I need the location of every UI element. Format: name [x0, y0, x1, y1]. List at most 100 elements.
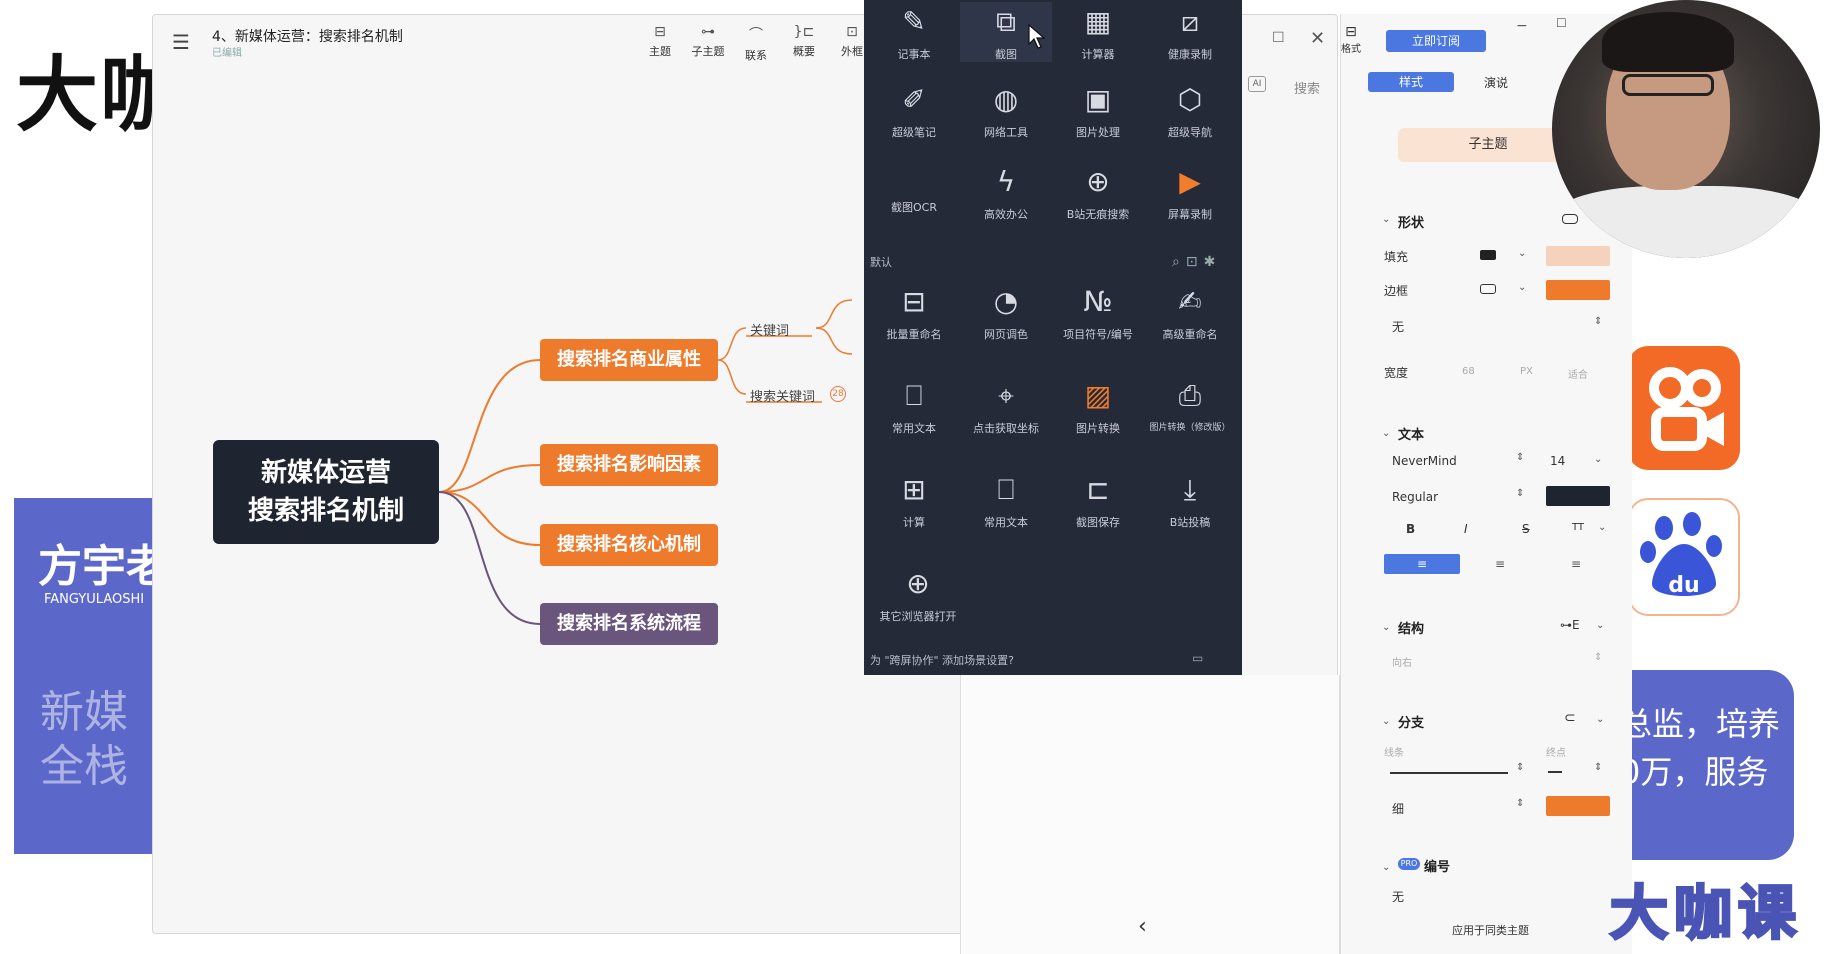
chevron-down-icon[interactable]: ⌄ [1594, 454, 1602, 465]
launcher-item[interactable]: ⧄ 健康录制 [1144, 2, 1236, 62]
close-icon[interactable]: ✕ [1310, 28, 1325, 49]
branch-topic[interactable]: 搜索排名商业属性 [540, 339, 718, 381]
tab-presentation[interactable]: 演说 [1484, 74, 1508, 91]
numbering-section-header[interactable]: 编号 [1424, 856, 1450, 875]
fill-style-icon[interactable] [1480, 250, 1496, 260]
leaf-topic[interactable]: 关键词 [750, 320, 789, 339]
chevron-down-icon[interactable]: ⌄ [1382, 622, 1390, 633]
text-color-swatch[interactable] [1546, 486, 1610, 506]
stepper-icon[interactable]: ⇕ [1594, 652, 1602, 663]
launcher-item[interactable]: ⎕ 常用文本 [868, 376, 960, 436]
launcher-item[interactable]: ⎕ 常用文本 [960, 470, 1052, 530]
launcher-item[interactable]: ▨ 图片转换 [1052, 376, 1144, 436]
chevron-down-icon[interactable]: ⌄ [1382, 214, 1390, 225]
tab-style[interactable]: 样式 [1368, 72, 1454, 92]
text-case-button[interactable]: TT [1572, 522, 1584, 533]
launcher-item[interactable]: ▣ 图片处理 [1052, 80, 1144, 140]
launcher-item[interactable]: ⊕ B站无痕搜索 [1052, 162, 1144, 222]
stepper-icon[interactable]: ⇕ [1516, 798, 1524, 809]
structure-icon[interactable]: ⊶E [1560, 618, 1580, 632]
chevron-down-icon[interactable]: ⌄ [1596, 620, 1604, 631]
thickness-select[interactable]: 细 [1392, 800, 1404, 817]
stepper-icon[interactable]: ⇕ [1594, 762, 1602, 773]
launcher-item[interactable]: ⊕ 其它浏览器打开 [868, 564, 968, 624]
width-input[interactable]: 68 [1462, 366, 1475, 377]
align-left-button[interactable]: ≡ [1384, 554, 1460, 574]
chevron-down-icon[interactable]: ⌄ [1596, 714, 1604, 725]
launcher-item[interactable]: ⊏ 截图保存 [1052, 470, 1144, 530]
search-link[interactable]: 搜索 [1294, 78, 1320, 97]
launcher-tools[interactable]: ⌕⊡✱ [1172, 254, 1221, 270]
collapsed-count-badge[interactable]: 28 [830, 386, 846, 402]
settings-icon[interactable]: ✱ [1204, 254, 1222, 270]
launcher-item[interactable]: ϟ 高效办公 [960, 162, 1052, 222]
branch-topic[interactable]: 搜索排名系统流程 [540, 603, 718, 645]
border-style-select[interactable]: 无 [1392, 318, 1404, 335]
launcher-item[interactable]: ▶ 屏幕录制 [1144, 162, 1236, 222]
launcher-item[interactable]: ✐ 超级笔记 [868, 80, 960, 140]
launcher-footer-text[interactable]: 为 "跨屏协作" 添加场景设置? [870, 652, 1014, 668]
launcher-item[interactable]: ⬡ 超级导航 [1144, 80, 1236, 140]
launcher-item[interactable]: ◍ 网络工具 [960, 80, 1052, 140]
ai-icon[interactable]: AI [1248, 76, 1266, 92]
chevron-down-icon[interactable]: ⌄ [1598, 522, 1606, 533]
font-weight-select[interactable]: Regular [1392, 490, 1438, 504]
apply-same-topics[interactable]: 应用于同类主题 [1452, 922, 1529, 938]
chevron-left-icon[interactable]: ‹ [1138, 914, 1147, 939]
strikethrough-button[interactable]: S [1522, 522, 1530, 536]
subscribe-button[interactable]: 立即订阅 [1386, 30, 1486, 52]
align-center-button[interactable]: ≡ [1462, 554, 1538, 574]
border-style-icon[interactable] [1480, 284, 1496, 294]
numbering-select[interactable]: 无 [1392, 888, 1404, 905]
branch-topic[interactable]: 搜索排名影响因素 [540, 444, 718, 486]
launcher-item[interactable]: ⎙ 图片转换（修改版） [1144, 376, 1236, 433]
launcher-item[interactable]: ⊟ 批量重命名 [868, 282, 960, 342]
align-right-button[interactable]: ≡ [1538, 554, 1614, 574]
font-family-select[interactable]: NeverMind [1392, 454, 1457, 468]
chevron-down-icon[interactable]: ⌄ [1518, 282, 1526, 293]
text-section-header[interactable]: 文本 [1398, 424, 1424, 443]
launcher-item[interactable]: ⊞ 计算 [868, 470, 960, 530]
end-style-select[interactable] [1548, 771, 1562, 773]
browser-globe-icon: ⊕ [906, 567, 930, 600]
launcher-item[interactable]: ⤓ B站投稿 [1144, 470, 1236, 530]
structure-section-header[interactable]: 结构 [1398, 618, 1424, 637]
chevron-down-icon[interactable]: ⌄ [1382, 716, 1390, 727]
stepper-icon[interactable]: ⇕ [1594, 316, 1602, 327]
structure-direction-select[interactable]: 向右 [1392, 654, 1412, 669]
chevron-down-icon[interactable]: ⌄ [1382, 862, 1390, 873]
launcher-item[interactable]: ⌖ 点击获取坐标 [960, 376, 1052, 436]
folder-icon[interactable]: ▭ [1192, 651, 1203, 665]
launcher-item[interactable]: № 项目符号/编号 [1052, 282, 1144, 342]
branch-section-header[interactable]: 分支 [1398, 712, 1424, 731]
minimize-icon[interactable]: − [1516, 18, 1528, 34]
launcher-item[interactable]: ✍ 高级重命名 [1144, 282, 1236, 342]
branch-topic[interactable]: 搜索排名核心机制 [540, 524, 718, 566]
search-icon[interactable]: ⌕ [1172, 254, 1186, 270]
style-preview[interactable]: 子主题 [1398, 128, 1578, 162]
stepper-icon[interactable]: ⇕ [1516, 452, 1524, 463]
line-style-select[interactable] [1390, 772, 1508, 774]
bold-button[interactable]: B [1406, 522, 1415, 536]
lock-icon[interactable]: ⊡ [1186, 254, 1204, 270]
stepper-icon[interactable]: ⇕ [1516, 762, 1524, 773]
border-color-swatch[interactable] [1546, 280, 1610, 300]
chevron-down-icon[interactable]: ⌄ [1518, 248, 1526, 259]
branch-color-swatch[interactable] [1546, 796, 1610, 816]
launcher-item[interactable]: ✎ 记事本 [868, 2, 960, 62]
leaf-topic[interactable]: 搜索关键词 [750, 386, 815, 405]
shape-section-header[interactable]: 形状 [1398, 212, 1424, 231]
root-topic[interactable]: 新媒体运营 搜索排名机制 [213, 440, 439, 544]
chevron-down-icon[interactable]: ⌄ [1382, 428, 1390, 439]
maximize-icon[interactable]: ☐ [1272, 30, 1285, 46]
launcher-item[interactable]: 截图OCR [868, 173, 960, 215]
font-size-select[interactable]: 14 [1550, 454, 1565, 468]
maximize-icon[interactable]: ☐ [1556, 16, 1567, 30]
launcher-item[interactable]: ▦ 计算器 [1052, 2, 1144, 62]
width-fit-button[interactable]: 适合 [1568, 366, 1588, 381]
launcher-item[interactable]: ◔ 网页调色 [960, 282, 1052, 342]
branch-style-icon[interactable]: ⊂ [1564, 710, 1576, 726]
italic-button[interactable]: I [1464, 522, 1468, 536]
format-sidebar-button[interactable]: ⊟ 格式 [1338, 24, 1364, 55]
stepper-icon[interactable]: ⇕ [1516, 488, 1524, 499]
